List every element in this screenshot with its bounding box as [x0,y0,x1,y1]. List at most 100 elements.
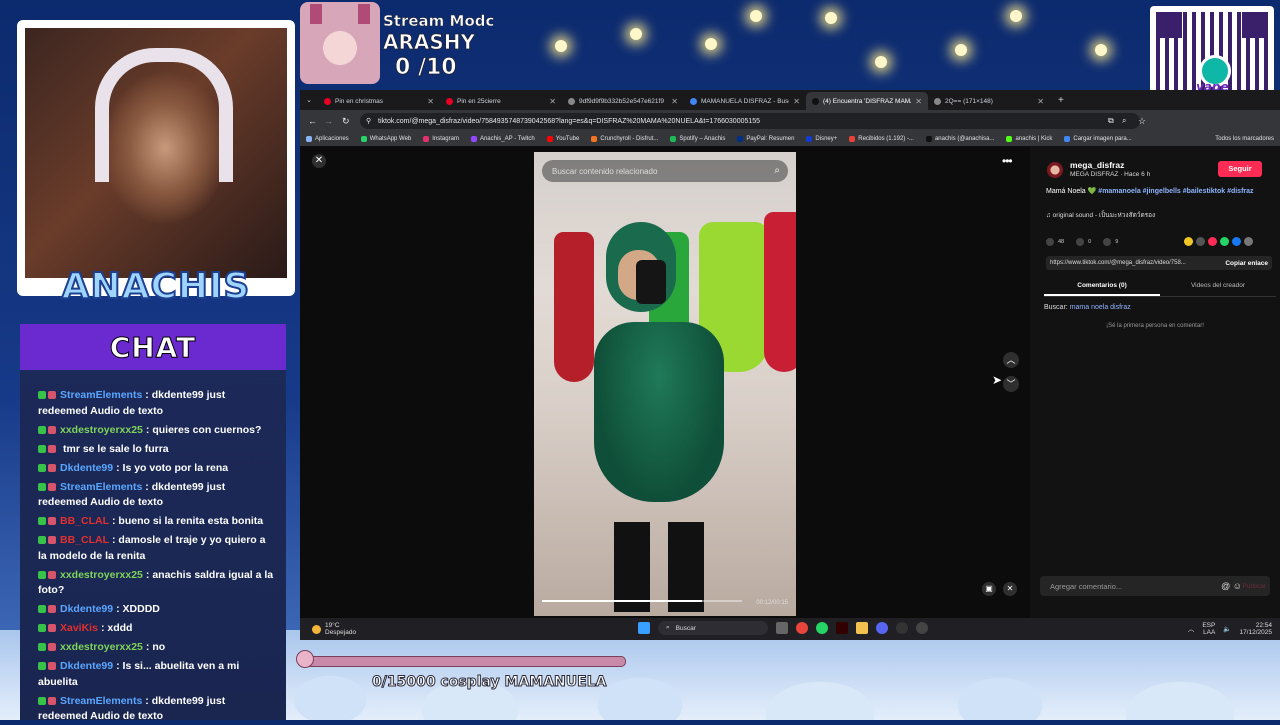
whatsapp-icon[interactable] [1220,237,1229,246]
bookmark-item[interactable]: Cargar imagen para... [1058,136,1137,142]
tab-close-icon[interactable]: ✕ [793,97,800,106]
video-player[interactable]: Buscar contenido relacionado ⌕ 00:12/00:… [534,152,796,616]
tab-label: 9df9d9f9b332b52e547e621f9 [579,97,664,105]
mute-icon[interactable]: ✕ [1003,582,1017,596]
hashtags[interactable]: #mamanoela #jingelbells #bailestiktok #d… [1098,188,1253,195]
browser-tab[interactable]: (4) Encuentra 'DISFRAZ MAMA ✕ [806,92,928,110]
bookmark-icon[interactable] [1103,238,1112,246]
chrome-icon[interactable] [796,622,808,634]
chat-username[interactable]: StreamElements [60,481,142,493]
follow-button[interactable]: Seguir [1218,161,1262,177]
file-explorer-icon[interactable] [856,622,868,634]
taskbar-search[interactable]: ⌕ Buscar [658,621,768,635]
browser-tab[interactable]: Pin en christmas ✕ [318,92,440,110]
bookmark-item[interactable]: anachis | Kick [1000,136,1058,142]
comment-input[interactable]: Agregar comentario... @ ☺ Publicar [1040,576,1270,596]
chat-username[interactable]: xxdestroyerxx25 [60,641,143,653]
media-icon[interactable] [916,622,928,634]
tab-close-icon[interactable]: ✕ [427,97,434,106]
share-icon[interactable] [1244,237,1253,246]
task-view-icon[interactable] [776,622,788,634]
chat-username[interactable]: xxdestroyerxx25 [60,424,143,436]
forward-icon[interactable]: → [324,116,333,126]
mention-emoji-icons[interactable]: @ ☺ [1221,581,1242,591]
badge-icon [38,444,46,453]
bookmark-item[interactable]: Aplicaciones [300,136,355,142]
bookmark-item[interactable]: Disney+ [800,136,843,142]
tab-close-icon[interactable]: ✕ [671,97,678,106]
tab-creator-videos[interactable]: Videos del creador [1160,278,1276,296]
previous-video-icon[interactable]: ︿ [1003,352,1019,368]
author-name[interactable]: mega_disfraz [1070,160,1124,170]
heart-icon[interactable] [1046,238,1054,246]
whatsapp-icon[interactable] [816,622,828,634]
publish-button[interactable]: Publicar [1243,583,1266,590]
all-bookmarks[interactable]: Todos los marcadores [1209,136,1280,142]
back-icon[interactable]: ← [308,116,317,126]
site-info-icon[interactable]: ⚲ [366,117,371,125]
bookmark-item[interactable]: Anachis_AP - Twitch [465,136,541,142]
language-indicator[interactable]: ESP LAA [1202,622,1215,636]
browser-tab[interactable]: Pin en 25cierre ✕ [440,92,562,110]
author-avatar[interactable] [1047,162,1063,178]
comment-icon[interactable] [1076,238,1085,246]
obs-icon[interactable] [896,622,908,634]
embed-icon[interactable] [1196,237,1205,246]
facebook-icon[interactable] [1232,237,1241,246]
browser-tab[interactable]: MAMANUELA DISFRAZ - Busca ✕ [684,92,806,110]
volume-icon[interactable]: 🔈 [1223,626,1231,633]
search-icon[interactable]: ⌕ [774,165,780,176]
chat-username[interactable]: StreamElements [60,389,142,401]
adobe-icon[interactable] [836,622,848,634]
pip-icon[interactable]: ▣ [982,582,996,596]
reload-icon[interactable]: ↻ [342,116,350,127]
bookmark-item[interactable]: PayPal: Resumen [731,136,800,142]
tab-close-icon[interactable]: ✕ [1037,97,1044,106]
tray-expand-icon[interactable]: ︿ [1188,626,1195,633]
chat-username[interactable]: BB_CLAL [60,534,109,546]
bookmark-item[interactable]: Spotify – Anachis [664,136,731,142]
bookmark-star-icon[interactable]: ☆ [1138,116,1146,127]
bookmark-item[interactable]: Crunchyroll - Disfrut... [585,136,664,142]
new-tab-button[interactable]: + [1058,95,1064,106]
pinterest-icon[interactable] [1208,237,1217,246]
bookmark-item[interactable]: WhatsApp Web [355,136,418,142]
chat-username[interactable]: BB_CLAL [60,515,109,527]
clock[interactable]: 22:54 17/12/2025 [1239,622,1272,636]
tab-comments[interactable]: Comentarios (0) [1044,278,1160,296]
chat-username[interactable]: Dkdente99 [60,603,113,615]
windows-start-icon[interactable] [638,622,650,634]
address-bar[interactable]: ⚲ tiktok.com/@mega_disfraz/video/7584935… [360,113,1140,129]
extensions-icon[interactable]: ⧉ [1108,116,1114,126]
discord-icon[interactable] [876,622,888,634]
related-search-input[interactable]: Buscar contenido relacionado ⌕ [542,160,788,182]
tab-favicon-icon [690,97,697,105]
more-options-icon[interactable]: ••• [1002,154,1013,168]
bookmark-item[interactable]: anachis (@anachisa... [920,136,1000,142]
coin-icon[interactable] [1184,237,1193,246]
tab-close-icon[interactable]: ✕ [549,97,556,106]
badge-icon [38,517,46,526]
browser-tab[interactable]: 2Q== (171×148) ✕ [928,92,1050,110]
chat-username[interactable]: StreamElements [60,695,142,707]
tab-close-icon[interactable]: ✕ [915,97,922,106]
sound-link[interactable]: ♫ original sound - เป็นมะห่วงสัตว์ดรอง [1046,210,1155,220]
browser-tab[interactable]: 9df9d9f9b332b52e547e621f9 ✕ [562,92,684,110]
tab-list-chevron-icon[interactable]: ⌄ [300,96,318,104]
bookmark-item[interactable]: Recibidos (1.192) -... [843,136,920,142]
close-icon[interactable]: ✕ [312,154,326,168]
zoom-icon[interactable]: ⌕ [1122,116,1126,126]
video-caption: Mamá Noela 💚 #mamanoela #jingelbells #ba… [1046,188,1254,195]
chat-username[interactable]: XaviKis [60,622,98,634]
copy-link-button[interactable]: Copiar enlace [1225,260,1268,267]
weather-widget[interactable]: 19°C Despejado [312,622,356,636]
video-link[interactable]: https://www.tiktok.com/@mega_disfraz/vid… [1046,256,1272,270]
search-suggestion[interactable]: Buscar: mama noela disfraz [1044,304,1131,311]
chat-username[interactable]: xxdestroyerxx25 [60,569,143,581]
chat-username[interactable]: Dkdente99 [60,462,113,474]
bookmark-item[interactable]: Instagram [417,136,465,142]
next-video-icon[interactable]: ﹀ [1003,376,1019,392]
chat-username[interactable]: Dkdente99 [60,660,113,672]
video-progress[interactable] [542,600,742,602]
bookmark-item[interactable]: YouTube [541,136,586,142]
